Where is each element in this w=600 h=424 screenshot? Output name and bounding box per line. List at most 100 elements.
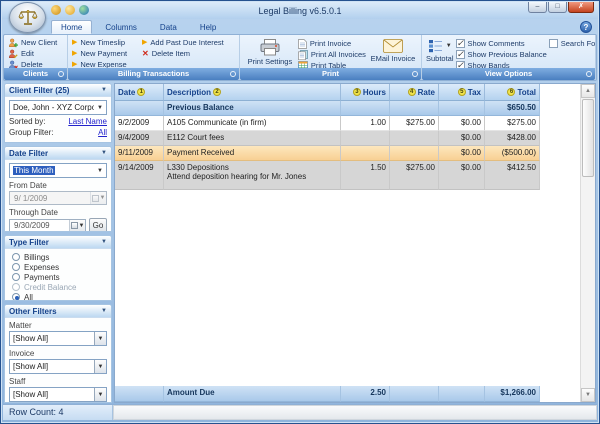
scrollbar-thumb[interactable]	[582, 99, 594, 177]
date-range-select[interactable]: This Month ▼	[9, 163, 107, 178]
calendar-dropdown-icon[interactable]: ▼	[69, 220, 85, 232]
print-all-invoices-button[interactable]: Print All Invoices	[298, 49, 366, 60]
edit-client-button[interactable]: Edit	[8, 48, 64, 59]
tab-home[interactable]: Home	[51, 20, 92, 34]
tab-help[interactable]: Help	[190, 20, 226, 34]
table-row-payment[interactable]: 9/11/2009 Payment Received $0.00 ($500.0…	[115, 146, 540, 161]
go-button[interactable]: Go	[89, 218, 107, 232]
type-filter-header[interactable]: Type Filter ▼	[5, 236, 111, 249]
scroll-down-icon[interactable]: ▼	[581, 388, 595, 402]
new-timeslip-button[interactable]: ▶ New Timeslip	[72, 37, 140, 48]
staff-select[interactable]: [Show All] ▼	[9, 387, 107, 402]
subtotal-dropdown-icon[interactable]: ▼	[446, 43, 452, 49]
group-filter-link[interactable]: All	[98, 128, 107, 137]
dropdown-arrow-icon[interactable]: ▼	[94, 332, 106, 345]
qat-globe-icon[interactable]	[79, 5, 89, 15]
group-filter-label: Group Filter:	[9, 128, 53, 137]
dialog-launcher-icon[interactable]	[412, 71, 418, 77]
ribbon-group-print: Print Settings Print Invoice	[240, 35, 422, 80]
other-filters-header[interactable]: Other Filters ▼	[5, 305, 111, 318]
ribbon-group-billing-transactions: ▶ New Timeslip ▶ New Payment ▶ New Expen…	[68, 35, 240, 80]
dialog-launcher-icon[interactable]	[586, 71, 592, 77]
radio-all[interactable]: All	[9, 292, 107, 301]
table-row[interactable]: 9/4/2009 E112 Court fees $0.00 $428.00	[115, 131, 540, 146]
dropdown-arrow-icon[interactable]: ▼	[94, 164, 106, 177]
app-button[interactable]	[9, 2, 46, 33]
print-settings-label: Print Settings	[248, 57, 293, 66]
type-filter-title: Type Filter	[9, 238, 49, 247]
invoice-select-value: [Show All]	[13, 362, 48, 371]
dropdown-arrow-icon[interactable]: ▼	[94, 360, 106, 373]
radio-expenses[interactable]: Expenses	[9, 262, 107, 272]
print-invoice-button[interactable]: Print Invoice	[298, 38, 366, 49]
cell-tax: $0.00	[439, 116, 485, 131]
dropdown-arrow-icon[interactable]: ▼	[94, 388, 106, 401]
subtotal-button[interactable]: ▼ Subtotal	[426, 37, 454, 71]
cell-hours: 1.00	[341, 116, 390, 131]
radio-credit-balance-label: Credit Balance	[24, 283, 76, 292]
date-filter-panel: Date Filter ▼ This Month ▼ From Date 9/ …	[4, 146, 112, 232]
qat-lightbulb-icon[interactable]	[65, 5, 75, 15]
dropdown-arrow-icon[interactable]: ▼	[94, 101, 106, 114]
previous-balance-row[interactable]: Previous Balance $650.50	[115, 101, 540, 116]
qat-binoculars-icon[interactable]	[51, 5, 61, 15]
staff-label: Staff	[9, 374, 107, 387]
scroll-up-icon[interactable]: ▲	[581, 84, 595, 98]
search-footer-checkbox[interactable]: ✓ Search Footer	[549, 38, 596, 49]
minimize-button[interactable]: –	[528, 2, 547, 13]
tab-data[interactable]: Data	[150, 20, 187, 34]
invoice-select[interactable]: [Show All] ▼	[9, 359, 107, 374]
tab-columns[interactable]: Columns	[95, 20, 147, 34]
delete-item-button[interactable]: ✕ Delete Item	[142, 48, 224, 59]
show-previous-balance-checkbox[interactable]: ✓ Show Previous Balance	[456, 49, 547, 60]
table-row[interactable]: 9/2/2009 A105 Communicate (in firm) 1.00…	[115, 116, 540, 131]
subtotal-outline-icon	[428, 39, 443, 53]
vertical-scrollbar[interactable]: ▲ ▼	[580, 84, 595, 402]
title-bar[interactable]: Legal Billing v6.5.0.1 – □ ✗	[2, 2, 598, 19]
from-date-field: 9/ 1/2009 ▼	[9, 191, 107, 205]
search-footer-label: Search Footer	[561, 39, 596, 48]
subtotal-label: Subtotal	[426, 54, 454, 63]
col-header-hours[interactable]: 3Hours	[341, 84, 390, 101]
sorted-by-link[interactable]: Last Name	[68, 117, 107, 126]
col-header-date[interactable]: Date1	[115, 84, 164, 101]
help-button[interactable]: ?	[580, 21, 592, 33]
dialog-launcher-icon[interactable]	[230, 71, 236, 77]
email-invoice-button[interactable]: EMail Invoice	[368, 37, 418, 71]
dialog-launcher-icon[interactable]	[58, 71, 64, 77]
cell-description: A105 Communicate (in firm)	[164, 116, 341, 131]
add-past-due-interest-button[interactable]: ▶ Add Past Due Interest	[142, 37, 224, 48]
client-filter-header[interactable]: Client Filter (25) ▼	[5, 84, 111, 97]
new-payment-button[interactable]: ▶ New Payment	[72, 48, 140, 59]
col-header-rate[interactable]: 4Rate	[390, 84, 439, 101]
horizontal-scrollbar[interactable]	[113, 405, 597, 420]
radio-icon	[12, 253, 20, 261]
matter-select[interactable]: [Show All] ▼	[9, 331, 107, 346]
cell-rate	[390, 386, 439, 402]
cell-total: ($500.00)	[485, 146, 540, 161]
radio-icon	[12, 283, 20, 291]
table-row[interactable]: 9/14/2009 L330 Depositions Attend deposi…	[115, 161, 540, 190]
date-filter-header[interactable]: Date Filter ▼	[5, 147, 111, 160]
ribbon: New Client Edit Delete	[3, 34, 597, 81]
maximize-button[interactable]: □	[548, 2, 567, 13]
cell-total: $275.00	[485, 116, 540, 131]
col-header-total[interactable]: 6Total	[485, 84, 540, 101]
client-select[interactable]: Doe, John - XYZ Corporation ▼	[9, 100, 107, 115]
chevron-down-icon: ▼	[101, 150, 107, 156]
radio-billings[interactable]: Billings	[9, 252, 107, 262]
row-count-text: Row Count: 4	[3, 405, 113, 420]
radio-payments-label: Payments	[24, 273, 60, 282]
column-order-badge: 1	[137, 88, 145, 96]
print-settings-button[interactable]: Print Settings	[244, 37, 296, 71]
col-header-description[interactable]: Description2	[164, 84, 341, 101]
show-comments-checkbox[interactable]: ✓ Show Comments	[456, 38, 547, 49]
new-client-button[interactable]: New Client	[8, 37, 64, 48]
edit-client-label: Edit	[21, 49, 34, 58]
close-button[interactable]: ✗	[568, 2, 594, 13]
cell-tax: $0.00	[439, 131, 485, 146]
radio-payments[interactable]: Payments	[9, 272, 107, 282]
through-date-field[interactable]: 9/30/2009 ▼	[9, 219, 86, 233]
print-all-invoices-label: Print All Invoices	[311, 50, 366, 59]
col-header-tax[interactable]: 5Tax	[439, 84, 485, 101]
